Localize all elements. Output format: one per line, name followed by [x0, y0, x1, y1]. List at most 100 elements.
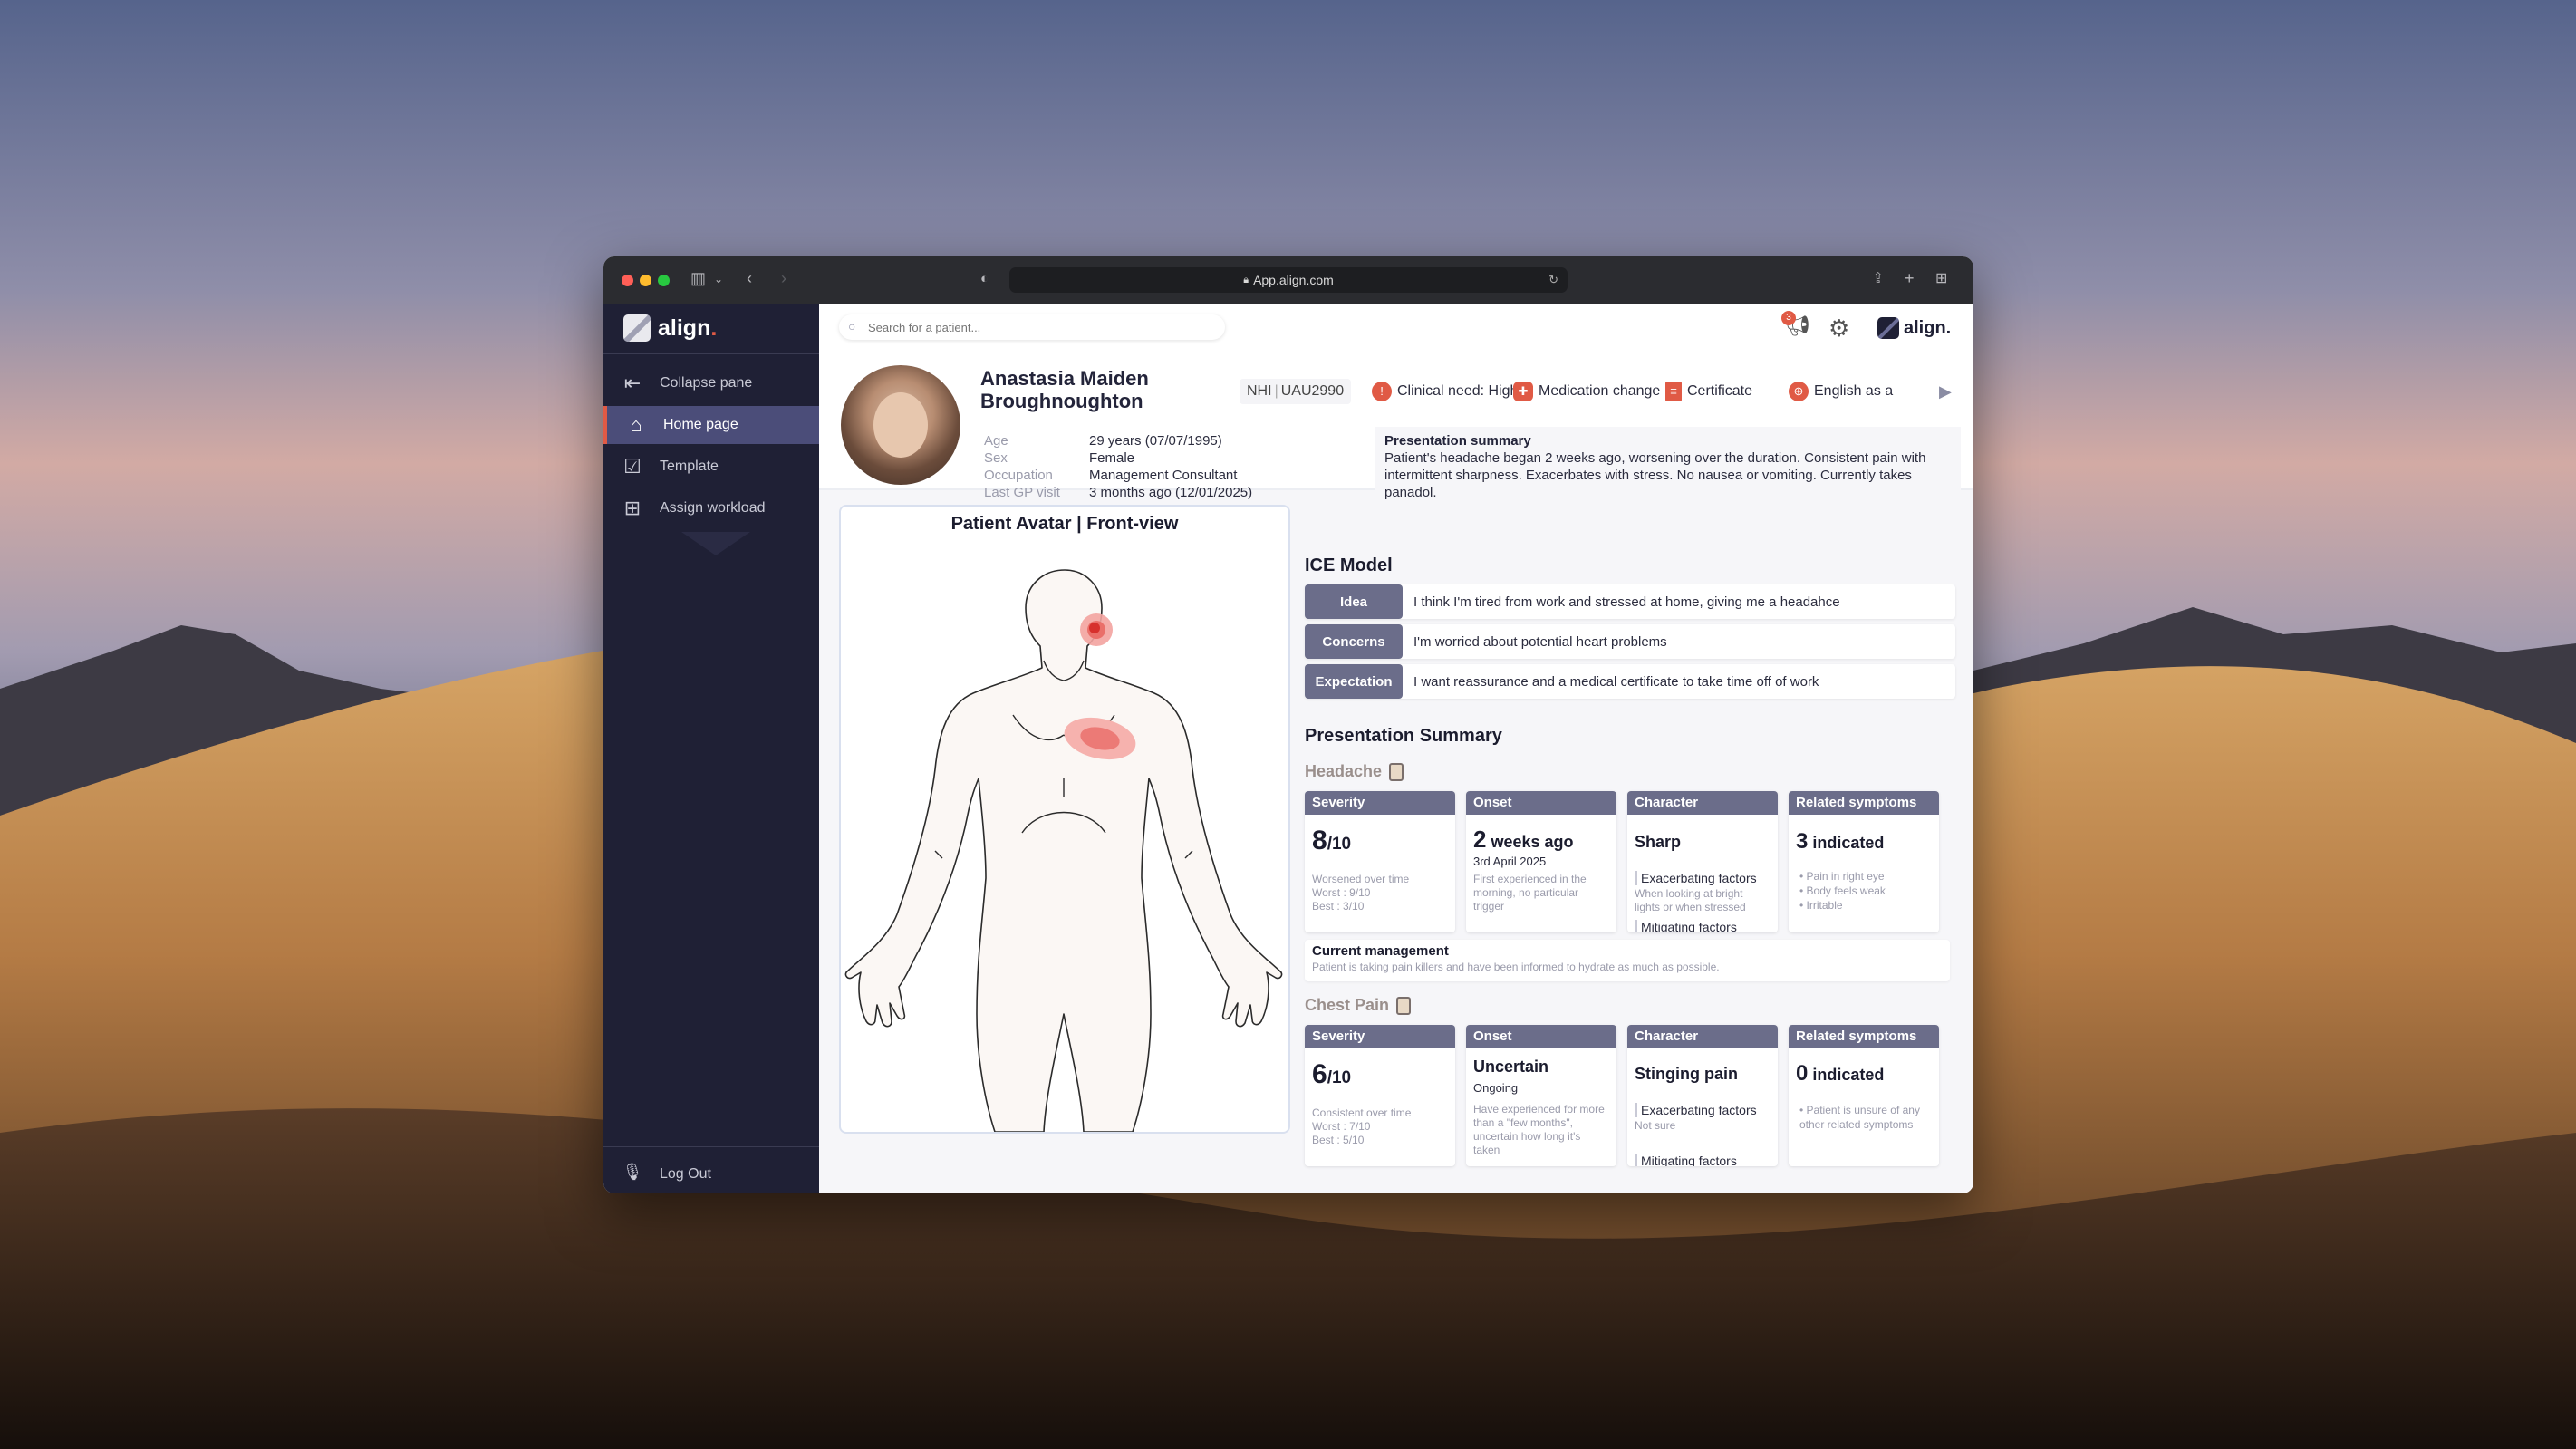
browser-titlebar: ▥ ⌄ ‹ › ◐ 🔒︎ App.align.com ↻ ⇪ + ⊞ — [603, 256, 1973, 304]
tag-language[interactable]: ⊕ English as a — [1789, 379, 1893, 404]
ice-row-expectation[interactable]: Expectation I want reassurance and a med… — [1305, 664, 1955, 699]
sidebar-item-label: Home page — [663, 417, 738, 432]
onset-card[interactable]: Onset 2 weeks ago 3rd April 2025 First e… — [1466, 791, 1616, 932]
align-logo-icon — [1877, 317, 1899, 339]
search-bar[interactable]: ○ — [839, 314, 1225, 340]
related-symptoms-list: • Patient is unsure of any other related… — [1799, 1104, 1920, 1131]
logo-dot: . — [710, 314, 718, 341]
body-outline — [844, 569, 1283, 1132]
sidebar-item-assign-workload[interactable]: ⊞ Assign workload — [603, 489, 819, 527]
info-row-occupation: Occupation Management Consultant — [984, 468, 1238, 483]
settings-gear-icon[interactable]: ⚙ — [1828, 314, 1849, 343]
tag-clinical-need[interactable]: ! Clinical need: High — [1372, 379, 1518, 404]
sidebar-pointer-decoration — [681, 532, 750, 555]
reload-icon[interactable]: ↻ — [1548, 273, 1558, 287]
onset-card[interactable]: Onset Uncertain Ongoing Have experienced… — [1466, 1025, 1616, 1166]
info-row-sex: Sex Female — [984, 450, 1135, 466]
ice-label: Concerns — [1305, 624, 1403, 659]
patient-header-card: Anastasia Maiden Broughnoughton NHI | UAU2… — [819, 353, 1973, 500]
certificate-icon: ≡ — [1665, 382, 1682, 401]
patient-info-grid: Age 29 years (07/07/1995) Sex Female Occup… — [984, 432, 1252, 501]
sidebar: align. ⇤ Collapse pane ⌂ Home page ☑ Tem… — [603, 304, 819, 1193]
headache-marker-inner — [1089, 623, 1100, 633]
current-management-title: Current management — [1312, 943, 1449, 959]
notifications-button[interactable]: 📢︎ 3 — [1781, 311, 1812, 342]
ice-row-concerns[interactable]: Concerns I'm worried about potential hea… — [1305, 624, 1955, 659]
related-symptoms-card[interactable]: Related symptoms 0 indicated • Patient i… — [1789, 1025, 1939, 1166]
sidebar-item-label: Collapse pane — [660, 375, 753, 391]
nhi-tag: NHI | UAU2990 — [1240, 379, 1352, 404]
browser-window: ▥ ⌄ ‹ › ◐ 🔒︎ App.align.com ↻ ⇪ + ⊞ align… — [603, 256, 1973, 1193]
ice-row-idea[interactable]: Idea I think I'm tired from work and str… — [1305, 584, 1955, 619]
chest-pain-cards: Severity 6/10 Consistent over time Worst… — [1305, 1025, 1950, 1166]
sidebar-item-label: Assign workload — [660, 500, 766, 516]
info-row-age: Age 29 years (07/07/1995) — [984, 433, 1222, 449]
card-header: Related symptoms — [1789, 791, 1939, 815]
exacerbating-factors-text: Not sure — [1635, 1119, 1676, 1132]
current-management-text: Patient is taking pain killers and have … — [1312, 961, 1720, 973]
mitigating-factors-label: Mitigating factors — [1635, 1154, 1772, 1166]
related-symptoms-card[interactable]: Related symptoms 3 indicated • Pain in r… — [1789, 791, 1939, 932]
info-row-last-gp-visit: Last GP visit 3 months ago (12/01/2025) — [984, 485, 1253, 500]
close-window-button[interactable] — [622, 275, 633, 286]
patient-avatar-panel: Patient Avatar | Front-view — [839, 505, 1290, 1134]
sidebar-bottom-divider — [603, 1146, 819, 1147]
sidebar-item-template[interactable]: ☑ Template — [603, 448, 819, 486]
clipboard-icon[interactable] — [1396, 997, 1412, 1016]
search-input[interactable] — [868, 320, 1212, 334]
main-content: ○ 📢︎ 3 ⚙ align. Anastasia Maiden Broughn… — [819, 304, 1973, 1193]
tag-certificate[interactable]: ≡ Certificate — [1665, 379, 1752, 404]
minimize-window-button[interactable] — [640, 275, 651, 286]
tag-label: English as a — [1814, 383, 1894, 399]
severity-card[interactable]: Severity 6/10 Consistent over time Worst… — [1305, 1025, 1455, 1166]
presentation-summary-box: Presentation summary Patient's headache … — [1375, 427, 1961, 500]
body-diagram[interactable] — [841, 507, 1288, 1132]
home-icon: ⌂ — [630, 413, 642, 436]
sidebar-toggle-icon[interactable]: ▥ — [690, 269, 706, 288]
logo-text: align — [658, 314, 711, 341]
related-count: 3 indicated — [1796, 829, 1885, 854]
clinical-need-icon: ! — [1372, 382, 1392, 401]
tag-medication-change[interactable]: ✚ Medication change — [1513, 379, 1660, 404]
logout-button[interactable]: 🎙︎ Log Out — [603, 1155, 819, 1193]
share-icon[interactable]: ⇪ — [1872, 269, 1884, 287]
patient-name: Anastasia Maiden Broughnoughton — [980, 367, 1149, 412]
back-arrow-icon[interactable]: ‹ — [747, 269, 752, 288]
current-management-box: Current management Patient is taking pai… — [1305, 940, 1950, 981]
severity-notes: Worsened over time Worst : 9/10 Best : 3… — [1312, 873, 1410, 913]
tags-scroll-right-icon[interactable]: ▶ — [1939, 382, 1952, 401]
top-logo[interactable]: align. — [1877, 317, 1951, 339]
card-header: Onset — [1466, 1025, 1616, 1048]
privacy-shield-icon[interactable]: ◐ — [980, 271, 989, 286]
severity-card[interactable]: Severity 8/10 Worsened over time Worst :… — [1305, 791, 1455, 932]
tab-overview-icon[interactable]: ⊞ — [1935, 269, 1947, 287]
new-tab-icon[interactable]: + — [1905, 269, 1915, 288]
onset-date: 3rd April 2025 — [1473, 855, 1547, 868]
top-bar: ○ 📢︎ 3 ⚙ align. — [819, 304, 1973, 353]
clipboard-icon[interactable] — [1389, 763, 1404, 782]
onset-value: Uncertain — [1473, 1058, 1549, 1076]
forward-arrow-icon[interactable]: › — [781, 269, 786, 288]
chevron-down-icon[interactable]: ⌄ — [714, 273, 723, 285]
onset-sub: Ongoing — [1473, 1081, 1519, 1095]
presentation-summary-text: Patient's headache began 2 weeks ago, wo… — [1384, 450, 1926, 500]
collapse-arrow-icon: ⇤ — [623, 372, 642, 394]
severity-value: 6/10 — [1312, 1059, 1352, 1089]
card-header: Onset — [1466, 791, 1616, 815]
sidebar-item-collapse-pane[interactable]: ⇤ Collapse pane — [603, 364, 819, 402]
top-logo-text: align. — [1904, 317, 1952, 338]
ice-label: Idea — [1305, 584, 1403, 619]
character-card[interactable]: Character Stinging pain Exacerbating fac… — [1627, 1025, 1778, 1166]
maximize-window-button[interactable] — [658, 275, 670, 286]
card-header: Severity — [1305, 1025, 1455, 1048]
sidebar-item-home-page[interactable]: ⌂ Home page — [603, 406, 819, 444]
url-bar[interactable]: 🔒︎ App.align.com ↻ — [1009, 267, 1568, 293]
globe-icon: ⊕ — [1789, 382, 1809, 401]
pills-icon: ✚ — [1513, 382, 1533, 401]
sidebar-logo[interactable]: align. — [623, 314, 717, 342]
nhi-value: UAU2990 — [1280, 383, 1345, 399]
ice-text: I think I'm tired from work and stressed… — [1413, 594, 1840, 610]
character-card[interactable]: Character Sharp Exacerbating factors Whe… — [1627, 791, 1778, 932]
symptom-name: Chest Pain — [1305, 996, 1390, 1014]
clipboard-plus-icon: ⊞ — [623, 497, 642, 519]
